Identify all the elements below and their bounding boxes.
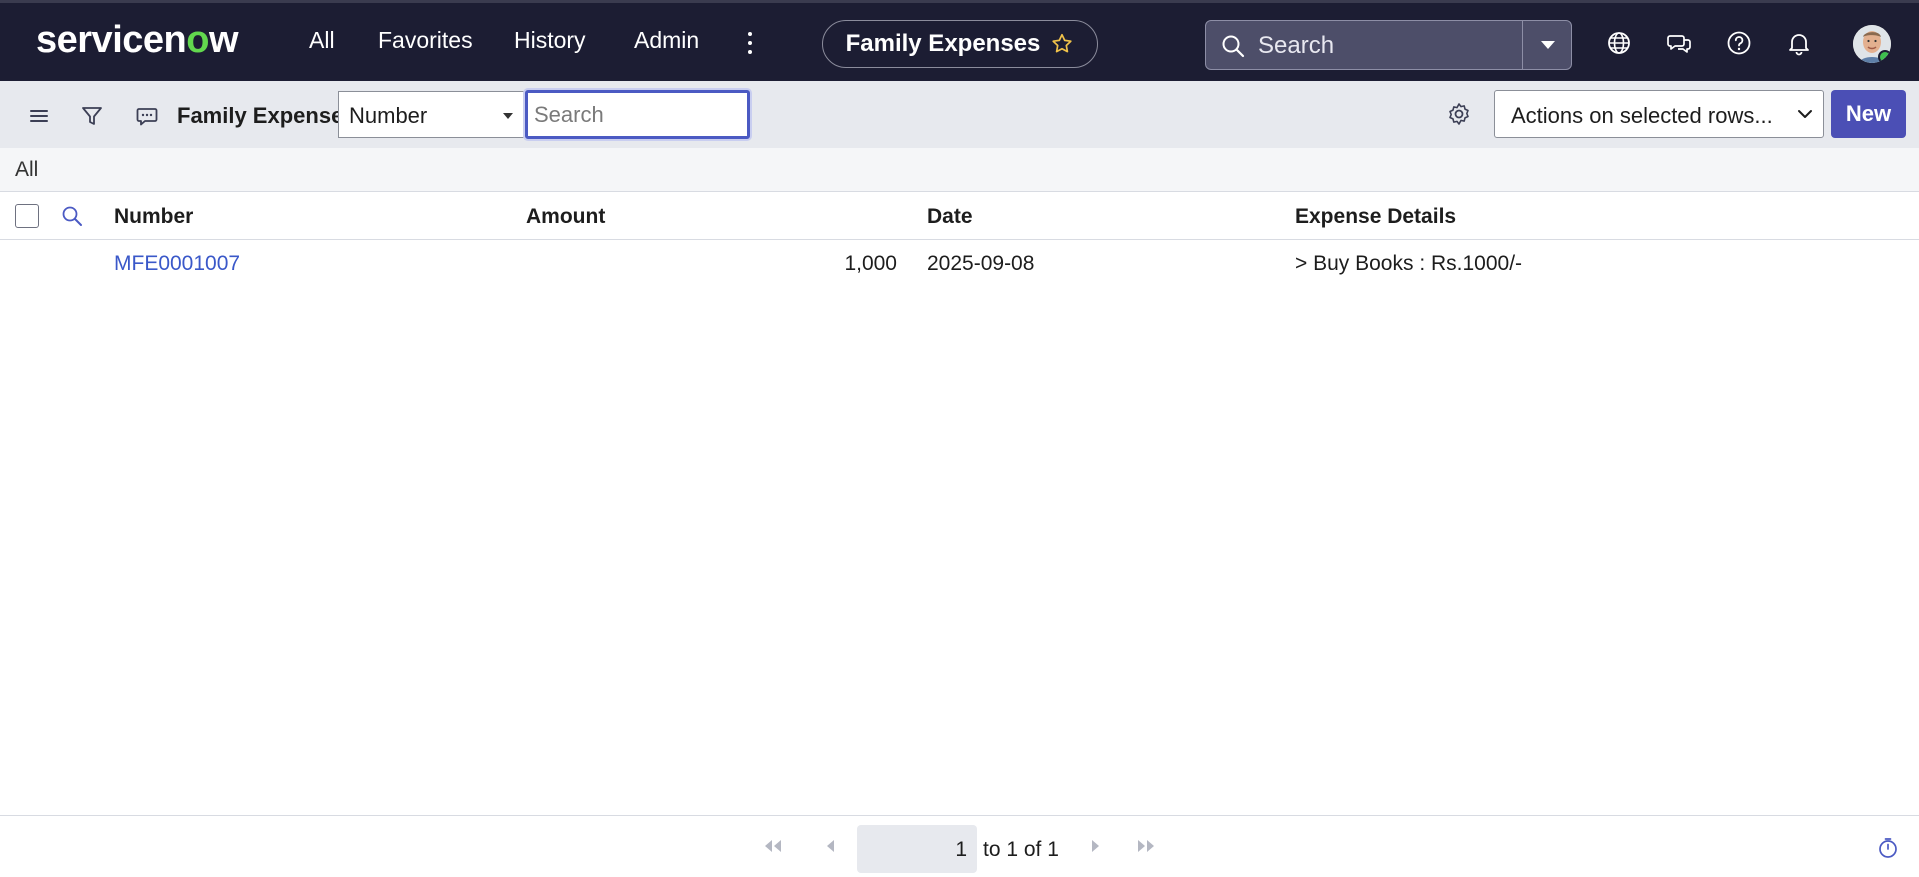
search-field-value: Number [349, 103, 428, 128]
search-divider [1522, 21, 1523, 69]
logo-text-o: o [186, 18, 209, 61]
presence-status-dot [1878, 50, 1891, 63]
response-time-icon[interactable] [1877, 837, 1899, 859]
bell-icon[interactable] [1786, 30, 1812, 56]
previous-page-icon[interactable] [820, 837, 842, 855]
top-navigation-bar: servicen o w All Favorites History Admin F… [0, 0, 1919, 81]
more-icon[interactable] [743, 31, 757, 57]
nav-link-all[interactable]: All [309, 27, 335, 54]
logo-text-prefix: servicen [36, 18, 187, 61]
column-header-date[interactable]: Date [927, 205, 973, 229]
breadcrumb-all[interactable]: All [15, 158, 38, 182]
gear-icon[interactable] [1446, 101, 1472, 127]
servicenow-logo[interactable]: servicen o w [36, 18, 239, 61]
star-icon[interactable] [1050, 32, 1074, 56]
list-title: Family Expenses [177, 103, 356, 128]
actions-on-selected-rows-select[interactable]: Actions on selected rows... [1494, 90, 1824, 138]
context-title-pill[interactable]: Family Expenses [822, 20, 1098, 68]
context-title: Family Expenses [845, 30, 1041, 57]
column-header-number[interactable]: Number [114, 205, 193, 229]
column-header-expense-details[interactable]: Expense Details [1295, 205, 1456, 229]
cell-number-link[interactable]: MFE0001007 [114, 252, 240, 276]
search-field-select[interactable]: Number [338, 91, 526, 138]
last-page-icon[interactable] [1135, 837, 1157, 855]
logo-text-suffix: w [208, 18, 239, 61]
search-icon[interactable] [61, 205, 83, 227]
avatar[interactable] [1853, 25, 1891, 63]
nav-link-history[interactable]: History [514, 27, 586, 54]
select-all-checkbox[interactable] [15, 204, 39, 228]
global-search[interactable]: Search [1205, 20, 1572, 70]
table-header: Number Amount Date Expense Details [0, 192, 1919, 240]
current-page-value: 1 [955, 838, 967, 861]
pagination-footer: 1 to 1 of 1 [0, 815, 1919, 877]
global-search-placeholder: Search [1258, 32, 1335, 59]
caret-down-icon [503, 113, 513, 119]
page-range-text: to 1 of 1 [983, 838, 1059, 861]
search-icon [1222, 35, 1245, 58]
list-search-input[interactable] [534, 99, 739, 131]
cell-amount: 1,000 [844, 252, 897, 275]
nav-link-admin[interactable]: Admin [634, 27, 699, 54]
comment-icon[interactable] [134, 103, 160, 129]
next-page-icon[interactable] [1084, 837, 1106, 855]
new-button[interactable]: New [1831, 90, 1906, 138]
globe-icon[interactable] [1606, 30, 1632, 56]
table-row: MFE0001007 1,000 2025-09-08 > Buy Books … [0, 240, 1919, 288]
actions-select-label: Actions on selected rows... [1511, 103, 1773, 128]
help-icon[interactable] [1726, 30, 1752, 56]
caret-down-icon[interactable] [1538, 37, 1558, 53]
first-page-icon[interactable] [762, 837, 784, 855]
menu-icon[interactable] [26, 103, 52, 129]
column-header-amount[interactable]: Amount [526, 205, 605, 229]
cell-date: 2025-09-08 [927, 252, 1035, 275]
cell-expense-details: > Buy Books : Rs.1000/- [1295, 252, 1523, 275]
breadcrumb: All [0, 148, 1919, 192]
chevron-down-icon [1798, 110, 1812, 118]
page-number-input[interactable]: 1 [857, 825, 977, 873]
filter-icon[interactable] [79, 103, 105, 129]
nav-link-favorites[interactable]: Favorites [378, 27, 473, 54]
list-search-box[interactable] [525, 90, 750, 139]
chat-icon[interactable] [1666, 30, 1692, 56]
